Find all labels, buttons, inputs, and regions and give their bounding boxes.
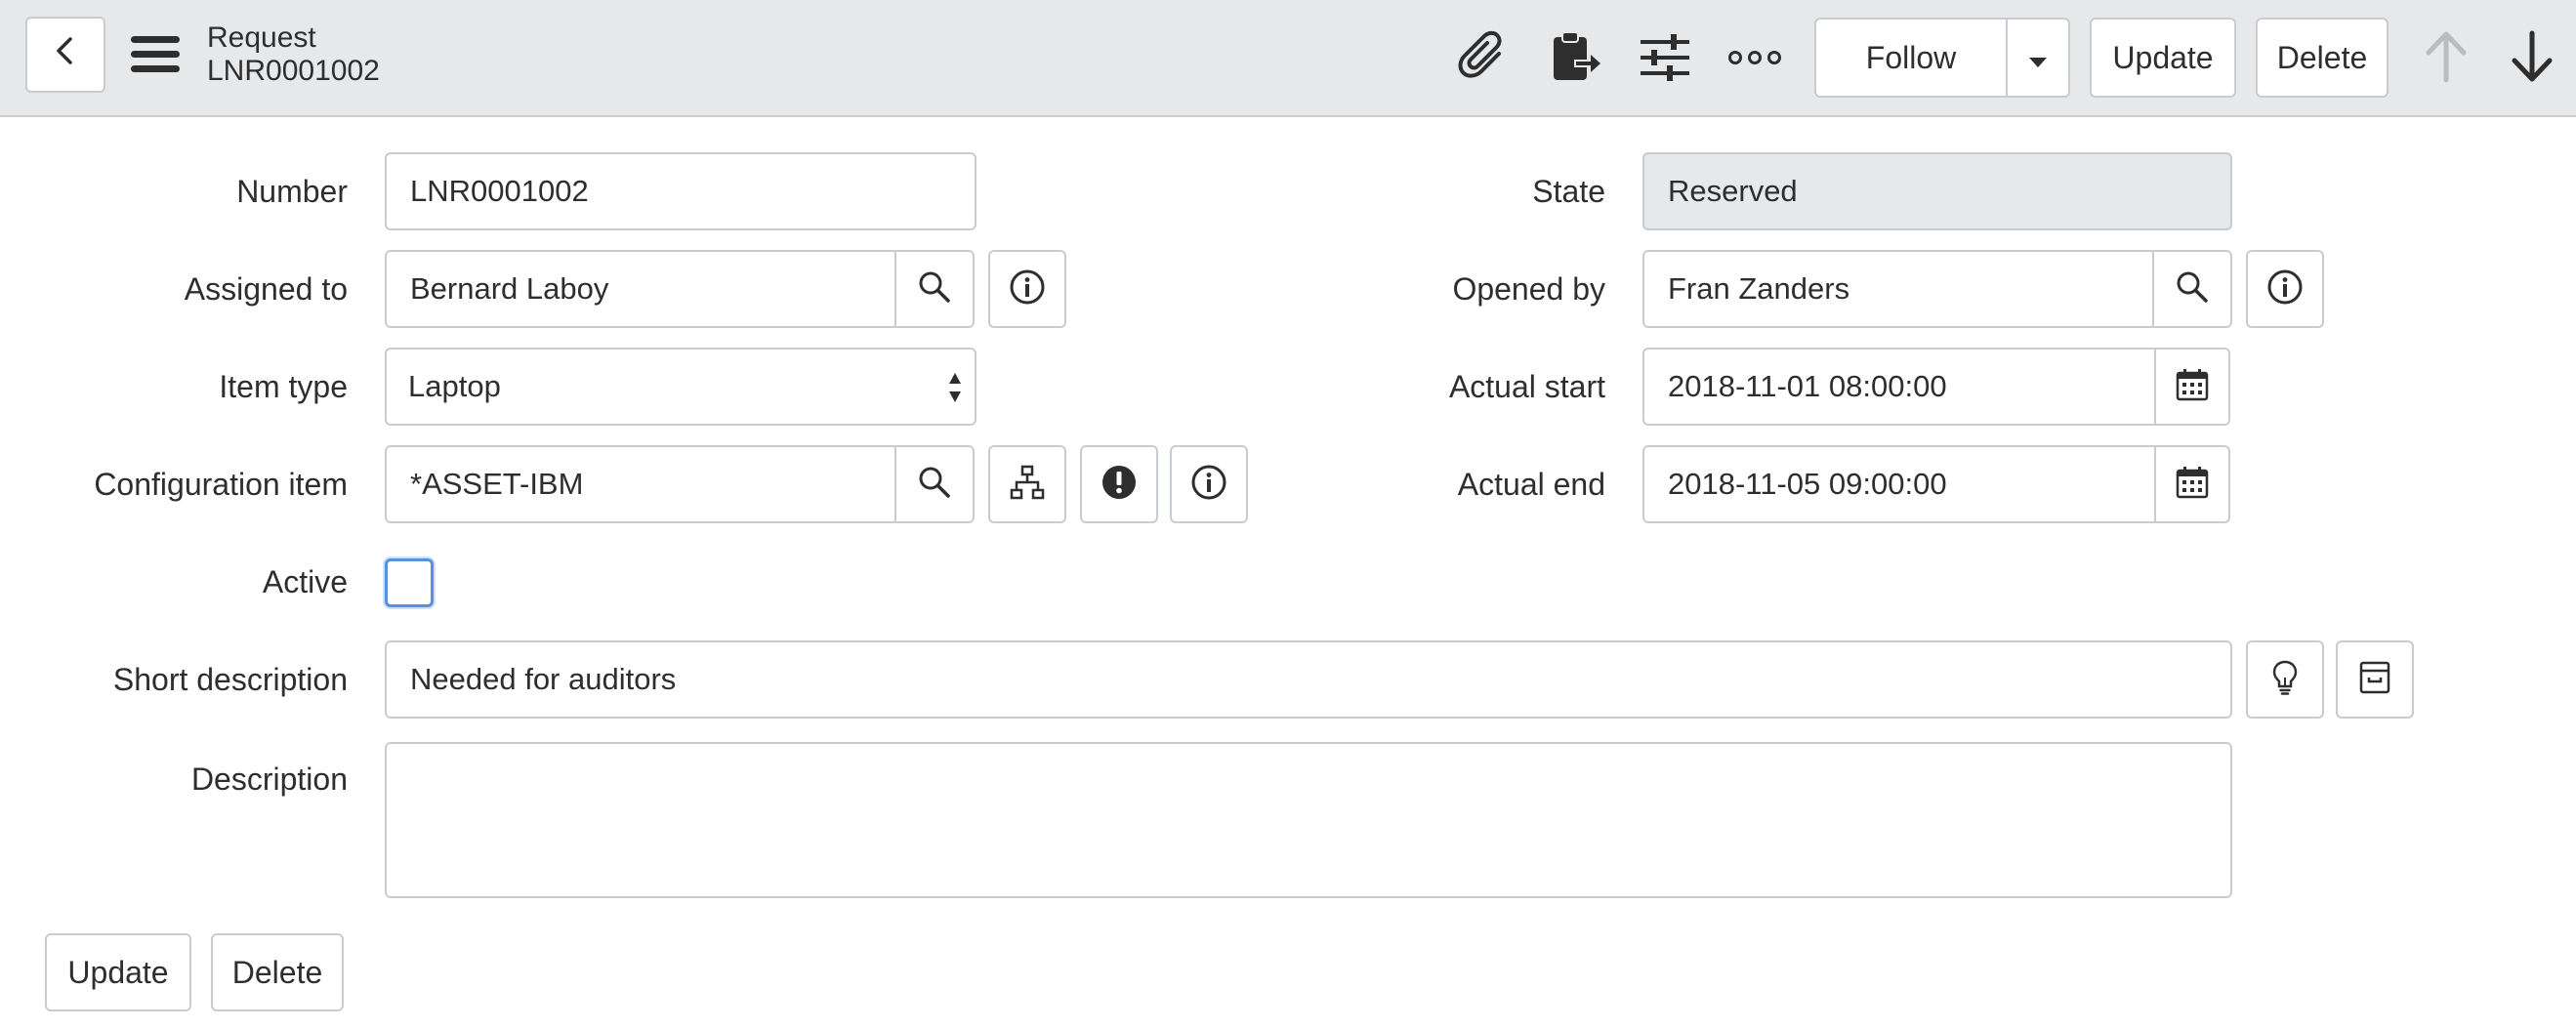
state-field: Reserved	[1642, 152, 2232, 230]
configuration-item-field[interactable]: *ASSET-IBM	[385, 445, 898, 523]
actual-end-field[interactable]: 2018-11-05 09:00:00	[1642, 445, 2158, 523]
short-description-label: Short description	[112, 662, 348, 697]
search-icon	[917, 269, 952, 309]
actual-end-value: 2018-11-05 09:00:00	[1668, 467, 1947, 501]
opened-by-label: Opened by	[1452, 271, 1605, 307]
footer-delete-button[interactable]: Delete	[211, 933, 344, 1011]
follow-label: Follow	[1865, 39, 1957, 75]
search-icon	[2175, 269, 2210, 309]
assigned-to-label: Assigned to	[184, 271, 348, 307]
short-description-value: Needed for auditors	[410, 662, 677, 696]
number-label: Number	[236, 174, 348, 209]
active-label: Active	[262, 564, 348, 599]
state-value: Reserved	[1668, 174, 1798, 208]
assigned-to-field[interactable]: Bernard Laboy	[385, 250, 898, 328]
previous-record-button[interactable]	[2416, 27, 2476, 90]
arrow-up-icon	[2424, 29, 2469, 89]
personalize-form-button[interactable]	[1633, 29, 1697, 90]
state-label: State	[1532, 174, 1605, 209]
actual-start-value: 2018-11-01 08:00:00	[1668, 369, 1947, 403]
opened-by-info-button[interactable]	[2246, 250, 2324, 328]
footer-update-label: Update	[67, 954, 169, 990]
update-button[interactable]: Update	[2090, 18, 2236, 98]
alert-button[interactable]	[1080, 445, 1158, 523]
description-textarea[interactable]	[385, 742, 2232, 898]
item-type-select[interactable]: Laptop	[385, 348, 976, 426]
delete-button[interactable]: Delete	[2256, 18, 2389, 98]
exclamation-icon	[1101, 464, 1138, 506]
menu-button[interactable]	[125, 29, 186, 84]
info-icon	[2266, 268, 2304, 310]
next-record-button[interactable]	[2502, 27, 2562, 90]
knowledge-search-button[interactable]	[2336, 640, 2414, 719]
suggestion-button[interactable]	[2246, 640, 2324, 719]
calendar-icon	[2176, 368, 2209, 406]
page-title: Request LNR0001002	[207, 21, 380, 88]
archive-icon	[2357, 660, 2392, 700]
back-icon	[49, 34, 82, 75]
footer-delete-label: Delete	[231, 954, 323, 990]
info-icon	[1190, 464, 1227, 506]
dependency-map-button[interactable]	[988, 445, 1066, 523]
paperclip-icon	[1456, 30, 1511, 90]
delete-label: Delete	[2276, 39, 2368, 75]
sliders-icon	[1638, 30, 1692, 90]
short-description-field[interactable]: Needed for auditors	[385, 640, 2232, 719]
actual-start-calendar-button[interactable]	[2154, 348, 2230, 426]
opened-by-value: Fran Zanders	[1668, 271, 1850, 306]
more-icon	[1727, 48, 1782, 72]
form-type-title: Request	[207, 21, 316, 54]
back-button[interactable]	[25, 17, 105, 93]
number-value: LNR0001002	[410, 174, 589, 208]
record-number: LNR0001002	[207, 55, 380, 87]
menu-icon	[129, 33, 182, 81]
assigned-to-value: Bernard Laboy	[410, 271, 609, 306]
clipboard-icon	[1548, 29, 1602, 91]
configuration-item-info-button[interactable]	[1170, 445, 1248, 523]
item-type-label: Item type	[219, 369, 348, 404]
arrow-down-icon	[2510, 29, 2555, 89]
follow-button[interactable]: Follow	[1814, 18, 2008, 98]
configuration-item-value: *ASSET-IBM	[410, 467, 584, 501]
calendar-icon	[2176, 466, 2209, 504]
number-field[interactable]: LNR0001002	[385, 152, 976, 230]
configuration-item-lookup-button[interactable]	[894, 445, 975, 523]
actual-start-label: Actual start	[1448, 369, 1605, 404]
templates-button[interactable]	[1543, 29, 1607, 90]
search-icon	[917, 465, 952, 505]
assigned-to-info-button[interactable]	[988, 250, 1066, 328]
opened-by-field[interactable]: Fran Zanders	[1642, 250, 2156, 328]
info-icon	[1009, 268, 1046, 310]
form-header: Request LNR0001002 Follow Update Delete	[0, 0, 2576, 117]
opened-by-lookup-button[interactable]	[2152, 250, 2232, 328]
caret-down-icon	[2028, 40, 2048, 76]
footer-update-button[interactable]: Update	[45, 933, 191, 1011]
update-label: Update	[2112, 39, 2214, 75]
active-checkbox[interactable]	[385, 558, 434, 607]
item-type-value: Laptop	[408, 369, 501, 403]
lightbulb-icon	[2270, 659, 2300, 701]
attachment-button[interactable]	[1451, 29, 1516, 90]
follow-dropdown-button[interactable]	[2006, 18, 2070, 98]
select-arrows-icon	[947, 371, 963, 412]
actual-start-field[interactable]: 2018-11-01 08:00:00	[1642, 348, 2158, 426]
hierarchy-icon	[1009, 464, 1046, 506]
actual-end-calendar-button[interactable]	[2154, 445, 2230, 523]
description-label: Description	[190, 761, 348, 797]
configuration-item-label: Configuration item	[94, 467, 348, 502]
actual-end-label: Actual end	[1457, 467, 1605, 502]
more-options-button[interactable]	[1723, 29, 1787, 90]
assigned-to-lookup-button[interactable]	[894, 250, 975, 328]
